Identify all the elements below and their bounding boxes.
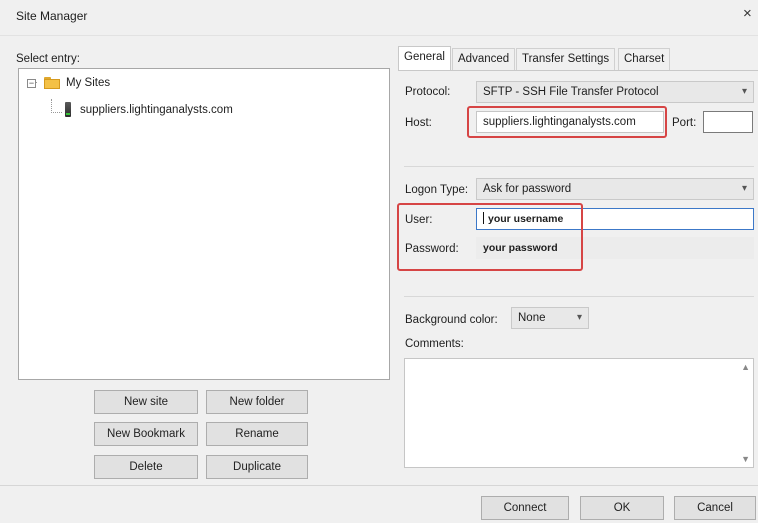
new-bookmark-button[interactable]: New Bookmark [94,422,198,446]
host-highlight-box [467,106,667,138]
cancel-button[interactable]: Cancel [674,496,756,520]
port-label: Port: [672,117,697,129]
new-site-button[interactable]: New site [94,390,198,414]
port-input[interactable] [703,111,753,133]
section-separator [404,296,754,297]
background-color-select[interactable]: None ▾ [511,307,589,329]
folder-icon [44,77,60,89]
background-color-value: None [518,312,546,324]
logon-type-select[interactable]: Ask for password ▾ [476,178,754,200]
logon-type-value: Ask for password [483,183,572,195]
connect-button[interactable]: Connect [481,496,569,520]
select-entry-label: Select entry: [16,53,80,65]
tab-advanced[interactable]: Advanced [452,48,516,70]
tree-node-label: My Sites [66,77,111,89]
host-label: Host: [405,117,432,129]
site-tree[interactable]: − My Sites suppliers.lightinganalysts.co… [18,68,390,380]
logon-type-label: Logon Type: [405,184,469,196]
tree-connector [51,112,62,113]
comments-textarea[interactable]: ▲ ▼ [404,358,754,468]
tab-panel-border [398,70,758,71]
delete-button[interactable]: Delete [94,455,198,479]
chevron-down-icon: ▾ [576,312,582,323]
scroll-down-icon[interactable]: ▼ [741,454,750,464]
section-separator [404,166,754,167]
footer-separator [0,485,758,486]
protocol-value: SFTP - SSH File Transfer Protocol [483,86,659,98]
chevron-down-icon: ▾ [741,86,747,97]
tree-node-my-sites[interactable]: − My Sites [27,77,110,89]
protocol-select[interactable]: SFTP - SSH File Transfer Protocol ▾ [476,81,754,103]
ok-button[interactable]: OK [580,496,664,520]
tab-transfer-settings[interactable]: Transfer Settings [516,48,616,70]
rename-button[interactable]: Rename [206,422,308,446]
tree-node-site[interactable]: suppliers.lightinganalysts.com [65,102,233,117]
scroll-up-icon[interactable]: ▲ [741,362,750,372]
tab-charset[interactable]: Charset [618,48,671,70]
chevron-down-icon: ▾ [741,183,747,194]
duplicate-button[interactable]: Duplicate [206,455,308,479]
tab-general[interactable]: General [398,46,451,70]
tree-node-label: suppliers.lightinganalysts.com [80,103,233,116]
new-folder-button[interactable]: New folder [206,390,308,414]
protocol-label: Protocol: [405,86,451,98]
comments-label: Comments: [405,338,464,350]
server-icon [65,102,71,117]
credentials-highlight-box [397,203,583,271]
title-separator [0,35,758,36]
close-icon[interactable]: × [743,5,752,22]
tree-connector [51,99,52,113]
background-color-label: Background color: [405,314,498,326]
collapse-icon[interactable]: − [27,78,36,88]
window-title: Site Manager [16,9,88,23]
